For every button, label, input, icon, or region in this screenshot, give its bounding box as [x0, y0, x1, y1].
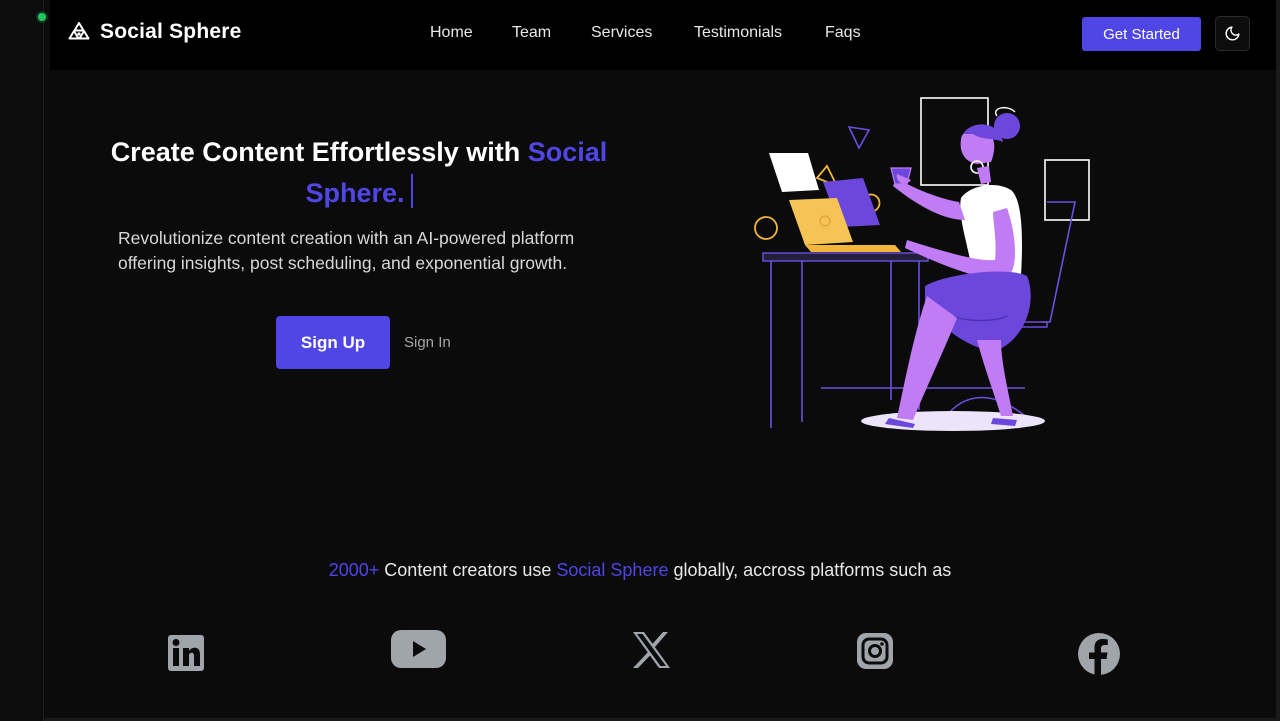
nav-link-team[interactable]: Team: [512, 24, 551, 42]
get-started-button[interactable]: Get Started: [1082, 17, 1201, 51]
right-edge: [1276, 0, 1280, 721]
hero-title-main: Create Content Effortlessly with: [110, 137, 528, 167]
hero-title: Create Content Effortlessly with Social …: [100, 132, 618, 214]
brand[interactable]: Social Sphere: [67, 20, 242, 44]
creator-count: 2000+: [328, 560, 380, 580]
app-frame: Social Sphere Home Team Services Testimo…: [0, 0, 1280, 721]
brand-logo-icon: [68, 22, 90, 40]
stats-line: 2000+ Content creators use Social Sphere…: [0, 560, 1280, 581]
hero-illustration: [754, 97, 1090, 431]
nav-link-services[interactable]: Services: [591, 24, 652, 42]
navbar: Social Sphere Home Team Services Testimo…: [50, 0, 1276, 70]
sign-in-link[interactable]: Sign In: [404, 334, 451, 351]
youtube-icon[interactable]: [391, 630, 446, 668]
theme-toggle-button[interactable]: [1215, 16, 1250, 51]
stats-text-1: Content creators use: [379, 560, 557, 580]
moon-icon: [1225, 26, 1240, 41]
status-dot: [38, 13, 46, 21]
facebook-icon[interactable]: [1077, 632, 1121, 676]
instagram-icon[interactable]: [857, 633, 893, 669]
x-icon[interactable]: [632, 632, 671, 668]
hero-description: Revolutionize content creation with an A…: [118, 228, 575, 273]
brand-name: Social Sphere: [100, 20, 242, 43]
platform-icons: [0, 625, 1280, 685]
linkedin-icon[interactable]: [168, 635, 204, 671]
stats-text-2: globally, accross platforms such as: [668, 560, 952, 580]
typing-caret: [410, 174, 413, 208]
nav-link-testimonials[interactable]: Testimonials: [694, 24, 782, 42]
sign-up-button[interactable]: Sign Up: [276, 316, 390, 369]
stats-brand: Social Sphere: [556, 560, 669, 580]
nav-link-faqs[interactable]: Faqs: [825, 24, 861, 42]
left-gutter: [0, 0, 46, 721]
nav-link-home[interactable]: Home: [430, 24, 473, 42]
